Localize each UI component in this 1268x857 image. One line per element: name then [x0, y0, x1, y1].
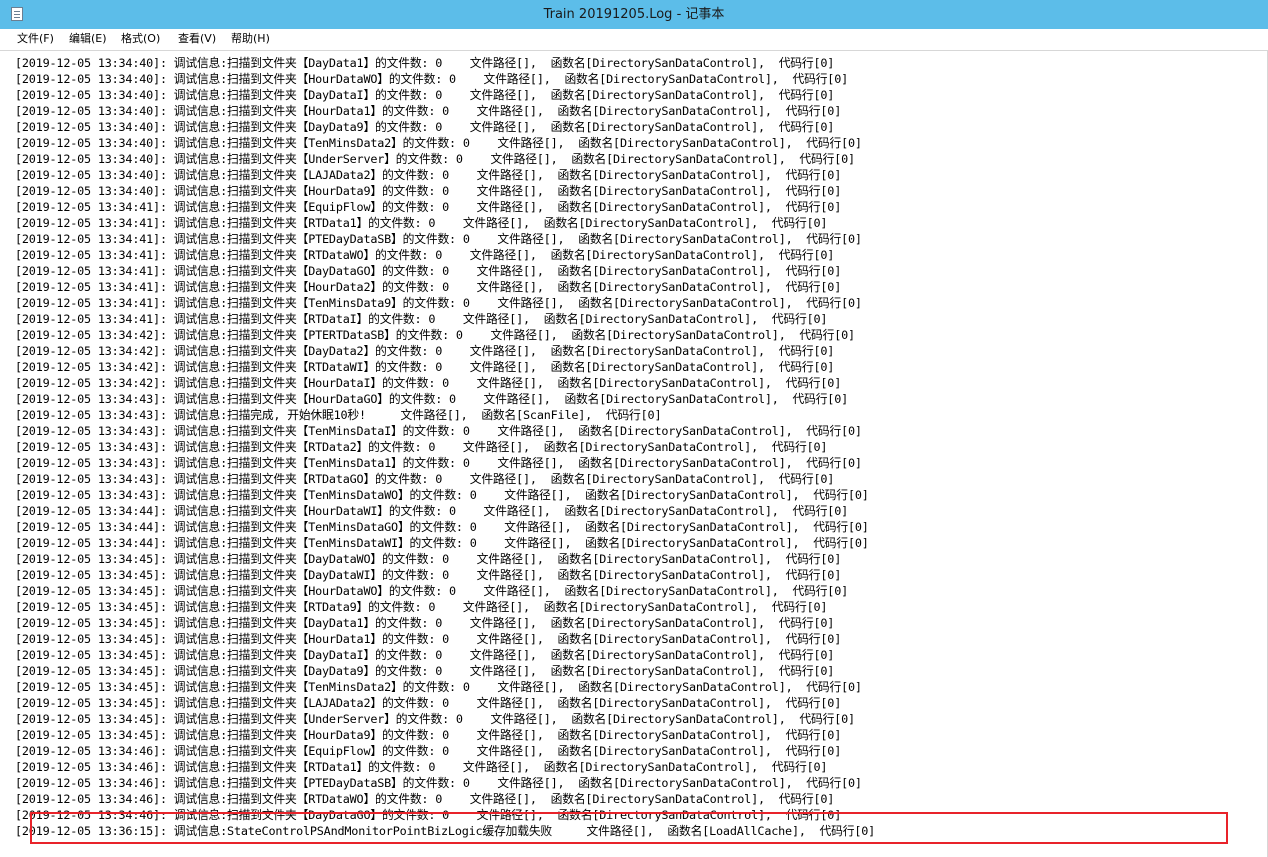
text-editor[interactable]: [2019-12-05 13:34:40]: 调试信息:扫描到文件夹【DayDa…	[0, 50, 1268, 857]
log-line: [2019-12-05 13:34:41]: 调试信息:扫描到文件夹【HourD…	[15, 280, 842, 294]
log-line: [2019-12-05 13:34:43]: 调试信息:扫描到文件夹【TenMi…	[15, 424, 862, 438]
log-line: [2019-12-05 13:34:41]: 调试信息:扫描到文件夹【RTDat…	[15, 216, 828, 230]
log-line: [2019-12-05 13:34:42]: 调试信息:扫描到文件夹【PTERT…	[15, 328, 855, 342]
log-line: [2019-12-05 13:34:45]: 调试信息:扫描到文件夹【DayDa…	[15, 664, 835, 678]
menu-view[interactable]: 查看(V)	[178, 29, 216, 49]
log-line: [2019-12-05 13:34:45]: 调试信息:扫描到文件夹【Under…	[15, 712, 855, 726]
log-line: [2019-12-05 13:34:46]: 调试信息:扫描到文件夹【DayDa…	[15, 808, 842, 822]
menu-help[interactable]: 帮助(H)	[231, 29, 270, 49]
log-line: [2019-12-05 13:34:42]: 调试信息:扫描到文件夹【RTDat…	[15, 360, 835, 374]
log-line: [2019-12-05 13:34:46]: 调试信息:扫描到文件夹【RTDat…	[15, 792, 835, 806]
log-line: [2019-12-05 13:34:45]: 调试信息:扫描到文件夹【HourD…	[15, 728, 842, 742]
title-bar[interactable]: Train 20191205.Log - 记事本	[0, 0, 1268, 29]
log-line: [2019-12-05 13:34:40]: 调试信息:扫描到文件夹【LAJAD…	[15, 168, 842, 182]
log-line: [2019-12-05 13:34:40]: 调试信息:扫描到文件夹【DayDa…	[15, 56, 835, 70]
log-line: [2019-12-05 13:34:42]: 调试信息:扫描到文件夹【DayDa…	[15, 344, 835, 358]
log-line: [2019-12-05 13:34:41]: 调试信息:扫描到文件夹【RTDat…	[15, 248, 835, 262]
log-line: [2019-12-05 13:34:43]: 调试信息:扫描到文件夹【RTDat…	[15, 440, 828, 454]
log-line: [2019-12-05 13:34:45]: 调试信息:扫描到文件夹【LAJAD…	[15, 696, 842, 710]
log-line: [2019-12-05 13:34:45]: 调试信息:扫描到文件夹【DayDa…	[15, 552, 842, 566]
log-line: [2019-12-05 13:34:41]: 调试信息:扫描到文件夹【RTDat…	[15, 312, 828, 326]
log-line: [2019-12-05 13:34:40]: 调试信息:扫描到文件夹【HourD…	[15, 184, 842, 198]
menu-format[interactable]: 格式(O)	[121, 29, 160, 49]
log-line: [2019-12-05 13:34:40]: 调试信息:扫描到文件夹【HourD…	[15, 72, 849, 86]
log-line: [2019-12-05 13:34:45]: 调试信息:扫描到文件夹【TenMi…	[15, 680, 862, 694]
log-line: [2019-12-05 13:34:40]: 调试信息:扫描到文件夹【TenMi…	[15, 136, 862, 150]
log-line: [2019-12-05 13:34:43]: 调试信息:扫描到文件夹【TenMi…	[15, 488, 869, 502]
log-line: [2019-12-05 13:34:41]: 调试信息:扫描到文件夹【Equip…	[15, 200, 842, 214]
menu-bar: 文件(F) 编辑(E) 格式(O) 查看(V) 帮助(H)	[0, 29, 1268, 49]
log-line: [2019-12-05 13:34:45]: 调试信息:扫描到文件夹【HourD…	[15, 584, 849, 598]
log-line: [2019-12-05 13:34:41]: 调试信息:扫描到文件夹【DayDa…	[15, 264, 842, 278]
log-line: [2019-12-05 13:36:15]: 调试信息:StateControl…	[15, 824, 876, 838]
log-line: [2019-12-05 13:34:45]: 调试信息:扫描到文件夹【DayDa…	[15, 616, 835, 630]
log-line: [2019-12-05 13:34:44]: 调试信息:扫描到文件夹【TenMi…	[15, 536, 869, 550]
log-line: [2019-12-05 13:34:43]: 调试信息:扫描到文件夹【HourD…	[15, 392, 849, 406]
menu-edit[interactable]: 编辑(E)	[69, 29, 107, 49]
log-line: [2019-12-05 13:34:45]: 调试信息:扫描到文件夹【DayDa…	[15, 568, 842, 582]
log-line: [2019-12-05 13:34:41]: 调试信息:扫描到文件夹【TenMi…	[15, 296, 862, 310]
log-line: [2019-12-05 13:34:40]: 调试信息:扫描到文件夹【Under…	[15, 152, 855, 166]
log-line: [2019-12-05 13:34:46]: 调试信息:扫描到文件夹【Equip…	[15, 744, 842, 758]
log-line: [2019-12-05 13:34:41]: 调试信息:扫描到文件夹【PTEDa…	[15, 232, 862, 246]
log-line: [2019-12-05 13:34:43]: 调试信息:扫描到文件夹【RTDat…	[15, 472, 835, 486]
log-line: [2019-12-05 13:34:40]: 调试信息:扫描到文件夹【HourD…	[15, 104, 842, 118]
log-line: [2019-12-05 13:34:46]: 调试信息:扫描到文件夹【RTDat…	[15, 760, 828, 774]
log-line: [2019-12-05 13:34:45]: 调试信息:扫描到文件夹【RTDat…	[15, 600, 828, 614]
log-line: [2019-12-05 13:34:45]: 调试信息:扫描到文件夹【DayDa…	[15, 648, 835, 662]
log-line: [2019-12-05 13:34:40]: 调试信息:扫描到文件夹【DayDa…	[15, 88, 835, 102]
log-line: [2019-12-05 13:34:43]: 调试信息:扫描完成, 开始休眠10…	[15, 408, 662, 422]
log-line: [2019-12-05 13:34:44]: 调试信息:扫描到文件夹【HourD…	[15, 504, 849, 518]
log-line: [2019-12-05 13:34:43]: 调试信息:扫描到文件夹【TenMi…	[15, 456, 862, 470]
log-line: [2019-12-05 13:34:45]: 调试信息:扫描到文件夹【HourD…	[15, 632, 842, 646]
log-line: [2019-12-05 13:34:44]: 调试信息:扫描到文件夹【TenMi…	[15, 520, 869, 534]
log-line: [2019-12-05 13:34:46]: 调试信息:扫描到文件夹【PTEDa…	[15, 776, 862, 790]
window-title: Train 20191205.Log - 记事本	[543, 7, 725, 22]
menu-file[interactable]: 文件(F)	[17, 29, 54, 49]
log-line: [2019-12-05 13:34:42]: 调试信息:扫描到文件夹【HourD…	[15, 376, 842, 390]
log-line: [2019-12-05 13:34:40]: 调试信息:扫描到文件夹【DayDa…	[15, 120, 835, 134]
